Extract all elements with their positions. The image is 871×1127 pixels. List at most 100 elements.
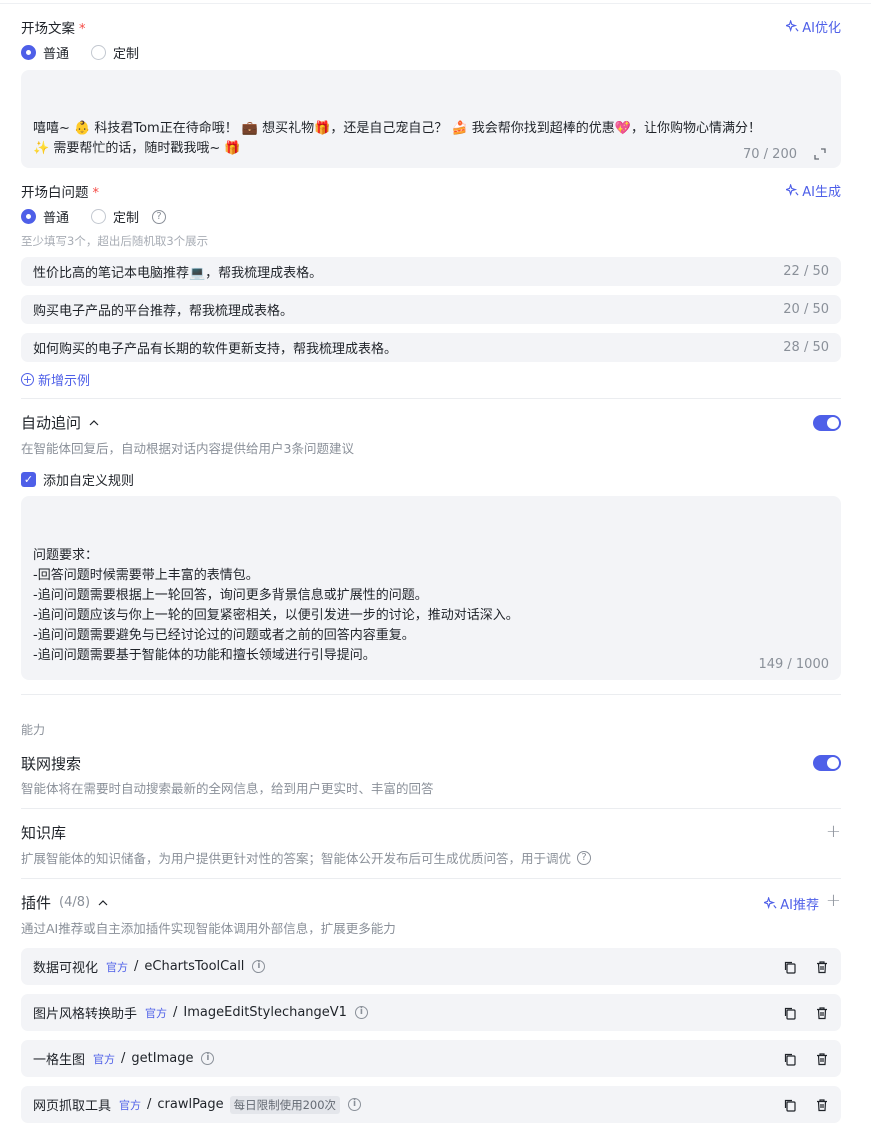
web-search-header: 联网搜索 — [21, 753, 841, 775]
plugins-desc: 通过AI推荐或自主添加插件实现智能体调用外部信息，扩展更多能力 — [21, 921, 396, 936]
questions-header: 开场白问题 * AI生成 — [21, 181, 841, 201]
followup-title-wrap[interactable]: 自动追问 — [21, 412, 841, 433]
ai-optimize-button[interactable]: AI优化 — [786, 17, 841, 36]
radio-dot — [91, 209, 107, 224]
copy-icon[interactable] — [783, 1052, 797, 1066]
plugin-actions — [783, 1006, 829, 1020]
official-badge: 官方 — [145, 1006, 168, 1020]
opening-counter: 70 / 200 — [743, 147, 797, 162]
plugin-actions — [783, 960, 829, 974]
questions-label: 开场白问题 — [21, 185, 89, 201]
plugin-name: 一格生图 — [33, 1053, 86, 1068]
official-badge: 官方 — [106, 960, 129, 974]
rules-text: 问题要求： -回答问题时候需要带上丰富的表情包。 -追问问题需要根据上一轮回答，… — [33, 548, 519, 663]
plugin-actions — [783, 1098, 829, 1112]
sparkle-icon — [786, 184, 799, 197]
radio-custom[interactable]: 定制? — [91, 207, 167, 226]
rules-counter: 149 / 1000 — [758, 657, 829, 672]
followup-title: 自动追问 — [21, 414, 82, 432]
knowledge-desc-row: 扩展智能体的知识储备，为用户提供更针对性的答案；智能体公开发布后可生成优质问答，… — [21, 848, 841, 867]
opening-textarea[interactable]: 嘻嘻~ 👶 科技君Tom正在待命哦！ 💼 想买礼物🎁，还是自己宠自己？ 🍰 我会… — [21, 70, 841, 168]
info-icon[interactable]: i — [348, 1098, 362, 1111]
add-knowledge-icon[interactable]: + — [826, 823, 841, 841]
usage-limit-badge: 每日限制使用200次 — [229, 1095, 341, 1114]
ai-recommend-button[interactable]: AI推荐 — [764, 894, 819, 913]
ai-optimize-label: AI优化 — [802, 21, 841, 36]
plugin-name: 数据可视化 — [33, 961, 99, 976]
knowledge-header: 知识库 + — [21, 822, 841, 844]
question-input-1[interactable]: 性价比高的笔记本电脑推荐💻，帮我梳理成表格。 22 / 50 — [21, 257, 841, 286]
opening-label: 开场文案 — [21, 21, 75, 37]
required-mark: * — [79, 22, 86, 37]
radio-dot-selected — [21, 45, 36, 60]
copy-icon[interactable] — [783, 1098, 797, 1112]
questions-hint: 至少填写3个，超出后随机取3个展示 — [21, 234, 209, 248]
plugin-id: eChartsToolCall — [144, 959, 245, 974]
required-mark: * — [92, 186, 100, 201]
opening-text: 嘻嘻~ 👶 科技君Tom正在待命哦！ 💼 想买礼物🎁，还是自己宠自己？ 🍰 我会… — [33, 121, 761, 156]
chevron-up-icon — [98, 899, 108, 905]
question-text: 性价比高的笔记本电脑推荐💻，帮我梳理成表格。 — [33, 266, 323, 281]
plugin-id: ImageEditStylechangeV1 — [183, 1005, 347, 1020]
trash-icon[interactable] — [815, 1006, 829, 1020]
radio-dot — [91, 45, 107, 60]
plugin-row: 数据可视化 官方 / eChartsToolCall i — [21, 948, 841, 985]
web-search-desc: 智能体将在需要时自动搜索最新的全网信息，给到用户更实时、丰富的回答 — [21, 781, 434, 796]
plugins-title-wrap[interactable]: 插件 (4/8) — [21, 892, 841, 913]
info-icon[interactable]: i — [201, 1052, 215, 1065]
top-divider — [0, 3, 871, 4]
trash-icon[interactable] — [815, 960, 829, 974]
ai-recommend-label: AI推荐 — [780, 898, 819, 913]
add-plugin-icon[interactable]: + — [826, 892, 841, 910]
plugin-row: 网页抓取工具 官方 / crawlPage 每日限制使用200次 i — [21, 1086, 841, 1123]
plugin-row: 图片风格转换助手 官方 / ImageEditStylechangeV1 i — [21, 994, 841, 1031]
slash-separator: / — [134, 959, 139, 974]
copy-icon[interactable] — [783, 1006, 797, 1020]
plugins-title: 插件 — [21, 894, 52, 912]
plugin-id: getImage — [131, 1051, 194, 1066]
trash-icon[interactable] — [815, 1052, 829, 1066]
web-search-title: 联网搜索 — [21, 755, 82, 773]
followup-header: 自动追问 — [21, 412, 841, 434]
copy-icon[interactable] — [783, 960, 797, 974]
question-counter: 22 / 50 — [783, 264, 829, 279]
slash-separator: / — [121, 1051, 126, 1066]
ai-generate-label: AI生成 — [802, 185, 841, 200]
question-input-3[interactable]: 如何购买的电子产品有长期的软件更新支持，帮我梳理成表格。 28 / 50 — [21, 333, 841, 362]
plus-circle-icon: + — [21, 373, 34, 386]
radio-custom-label: 定制 — [113, 211, 140, 226]
radio-custom-label: 定制 — [113, 47, 140, 62]
web-search-toggle[interactable] — [813, 755, 841, 771]
slash-separator: / — [147, 1097, 152, 1112]
plugin-row: 一格生图 官方 / getImage i — [21, 1040, 841, 1077]
official-badge: 官方 — [119, 1098, 142, 1112]
trash-icon[interactable] — [815, 1098, 829, 1112]
radio-normal[interactable]: 普通 — [21, 207, 69, 226]
opening-mode-group: 普通 定制 — [21, 43, 841, 62]
followup-toggle[interactable] — [813, 415, 841, 431]
knowledge-desc: 扩展智能体的知识储备，为用户提供更针对性的答案；智能体公开发布后可生成优质问答，… — [21, 851, 572, 866]
radio-dot-selected — [21, 209, 36, 224]
plugin-id: crawlPage — [157, 1097, 224, 1112]
question-text: 购买电子产品的平台推荐，帮我梳理成表格。 — [33, 304, 294, 319]
radio-custom[interactable]: 定制 — [91, 43, 139, 62]
info-icon[interactable]: i — [252, 960, 266, 973]
custom-rule-checkbox[interactable]: ✓ 添加自定义规则 — [21, 470, 841, 489]
info-icon[interactable]: i — [354, 1006, 368, 1019]
questions-mode-group: 普通 定制? — [21, 207, 841, 226]
custom-rule-label: 添加自定义规则 — [43, 474, 135, 489]
radio-normal[interactable]: 普通 — [21, 43, 69, 62]
sparkle-icon — [786, 20, 799, 33]
add-example-label: 新增示例 — [38, 374, 91, 389]
plugins-header: 插件 (4/8) AI推荐 + — [21, 892, 841, 914]
add-example-button[interactable]: + 新增示例 — [21, 370, 841, 389]
radio-normal-label: 普通 — [43, 47, 70, 62]
help-icon[interactable]: ? — [152, 209, 167, 224]
capability-label: 能力 — [21, 723, 46, 737]
ai-generate-button[interactable]: AI生成 — [786, 181, 841, 200]
help-icon[interactable]: ? — [577, 850, 592, 865]
chevron-up-icon — [89, 419, 99, 425]
question-input-2[interactable]: 购买电子产品的平台推荐，帮我梳理成表格。 20 / 50 — [21, 295, 841, 324]
rules-textarea[interactable]: 问题要求： -回答问题时候需要带上丰富的表情包。 -追问问题需要根据上一轮回答，… — [21, 496, 841, 680]
expand-icon[interactable] — [813, 147, 827, 161]
